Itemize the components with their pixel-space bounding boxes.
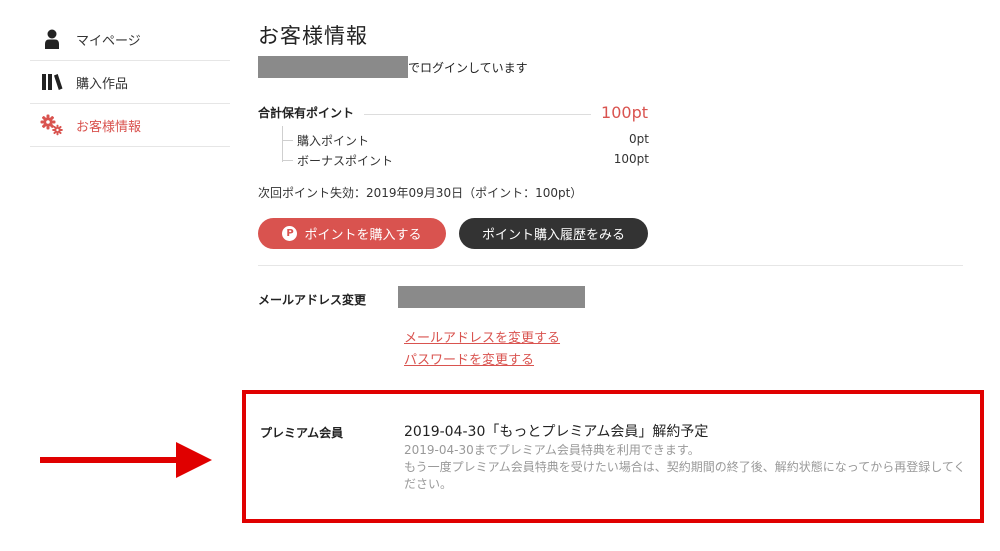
page-title: お客様情報 [258,24,368,48]
sidebar-item-purchased[interactable]: 購入作品 [30,61,230,104]
purchase-points-label: 購入ポイント [283,132,369,149]
bonus-points-value: 100pt [613,152,649,166]
gears-icon [40,114,64,136]
purchase-points-row: 購入ポイント 0pt [283,132,649,149]
sidebar-item-label: 購入作品 [76,76,129,92]
bonus-points-row: ボーナスポイント 100pt [283,152,649,169]
premium-note: 2019-04-30までプレミアム会員特典を利用できます。 もう一度プレミアム会… [404,442,974,493]
annotation-arrow-icon [40,442,212,478]
redacted-user-id [258,56,408,78]
premium-membership-box: プレミアム会員 2019-04-30「もっとプレミアム会員」解約予定 2019-… [242,390,984,523]
premium-note-line: 2019-04-30までプレミアム会員特典を利用できます。 [404,443,700,457]
sidebar: マイページ 購入作品 お客様情報 [30,18,230,147]
sidebar-item-customer-info[interactable]: お客様情報 [30,104,230,147]
purchase-history-button[interactable]: ポイント購入履歴をみる [459,218,648,249]
section-divider [258,265,963,266]
leader-line [364,113,592,115]
purchase-points-value: 0pt [629,132,649,146]
points-breakdown: 購入ポイント 0pt ボーナスポイント 100pt [282,126,649,168]
premium-status: 2019-04-30「もっとプレミアム会員」解約予定 [404,424,709,440]
buy-points-label: ポイントを購入する [304,228,422,243]
points-p-icon: P [282,226,298,241]
buy-points-button[interactable]: P ポイントを購入する [258,218,446,249]
mail-change-label: メールアドレス変更 [258,293,367,307]
books-icon [40,71,64,93]
points-total-value: 100pt [601,102,648,122]
points-expiry: 次回ポイント失効：2019年09月30日（ポイント：100pt） [258,186,583,200]
purchase-history-label: ポイント購入履歴をみる [481,228,625,243]
change-email-link[interactable]: メールアドレスを変更する [404,327,560,346]
redacted-email [398,286,585,308]
premium-label: プレミアム会員 [260,426,344,440]
points-total-row: 合計保有ポイント 100pt [258,101,648,123]
user-icon [40,28,64,50]
sidebar-item-mypage[interactable]: マイページ [30,18,230,61]
sidebar-item-label: お客様情報 [76,119,142,135]
login-status-text: でログインしています [408,60,528,75]
sidebar-item-label: マイページ [76,33,141,49]
bonus-points-label: ボーナスポイント [283,152,393,169]
premium-note-line: もう一度プレミアム会員特典を受けたい場合は、契約期間の終了後、解約状態になってか… [404,460,966,491]
change-password-link[interactable]: パスワードを変更する [404,349,534,368]
login-status: でログインしています [258,56,528,78]
points-total-label: 合計保有ポイント [258,105,355,120]
